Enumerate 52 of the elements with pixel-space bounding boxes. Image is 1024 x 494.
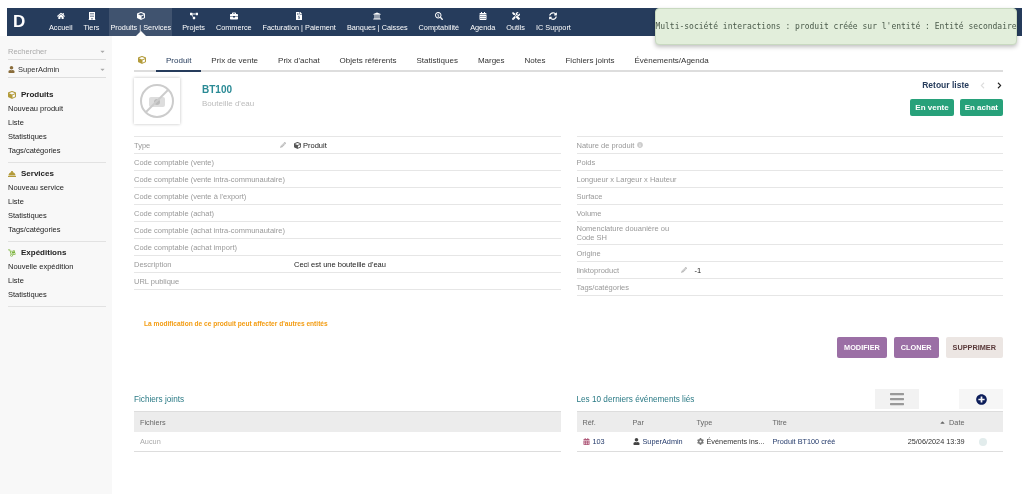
bank-icon: [373, 12, 382, 20]
edit-icon[interactable]: [280, 142, 286, 148]
tab[interactable]: Statistiques: [406, 50, 468, 72]
dolly-icon: [8, 248, 16, 257]
cube-icon: [136, 12, 145, 20]
edit-icon[interactable]: [680, 267, 687, 273]
notification-toast: Multi-société interactions : produit créée sur l'entité : Entité secondaire: [655, 8, 1017, 45]
tab[interactable]: Prix d'achat: [268, 50, 330, 72]
no-photo-icon: [134, 78, 180, 124]
user-icon: [8, 66, 15, 73]
cube-icon: [294, 141, 301, 149]
tab[interactable]: Fichiers joints: [555, 50, 625, 72]
cube-icon: [8, 90, 16, 99]
plus-icon: [975, 393, 987, 405]
bell-icon: [8, 169, 16, 178]
tab[interactable]: Objets référents: [329, 50, 407, 72]
gear-icon: [696, 438, 704, 445]
diagram-icon: [189, 12, 198, 20]
caret-icon: [99, 66, 106, 73]
status-dot: [978, 437, 987, 446]
back-link[interactable]: Retour liste: [922, 80, 969, 90]
tab[interactable]: Prix de vente: [201, 50, 269, 72]
tab[interactable]: Produit: [156, 50, 202, 72]
tab[interactable]: Évènements/Agenda: [624, 50, 719, 72]
sync-icon: [549, 12, 558, 20]
add-button[interactable]: [959, 389, 1003, 409]
magnifier-icon: [434, 12, 443, 20]
logo[interactable]: D: [13, 8, 39, 36]
product-label: Bouteille d'eau: [202, 99, 255, 108]
menu-icon: [889, 391, 905, 407]
calendar-icon: [478, 12, 487, 20]
briefcase-icon: [229, 12, 238, 20]
tools-icon: [511, 12, 520, 20]
tab[interactable]: Marges: [467, 50, 515, 72]
document-icon: [295, 12, 304, 20]
info-icon: [637, 142, 644, 148]
building-icon: [87, 12, 96, 20]
home-icon: [56, 12, 65, 20]
section-title: Produits: [21, 90, 54, 99]
product-ref: BT100: [202, 84, 233, 95]
caret-icon: [99, 48, 106, 55]
section-title: Les 10 derniers événements liés: [576, 394, 695, 404]
previous-icon[interactable]: [979, 81, 986, 89]
section-title: Services: [21, 169, 54, 178]
list-button[interactable]: [875, 389, 919, 409]
user-icon: [632, 438, 640, 445]
section-title: Expéditions: [21, 248, 67, 257]
section-title: Fichiers joints: [134, 394, 185, 404]
calendar-icon: [582, 438, 590, 445]
cube-icon: [138, 56, 146, 64]
tab[interactable]: Notes: [514, 50, 556, 72]
next-icon[interactable]: [996, 81, 1003, 89]
